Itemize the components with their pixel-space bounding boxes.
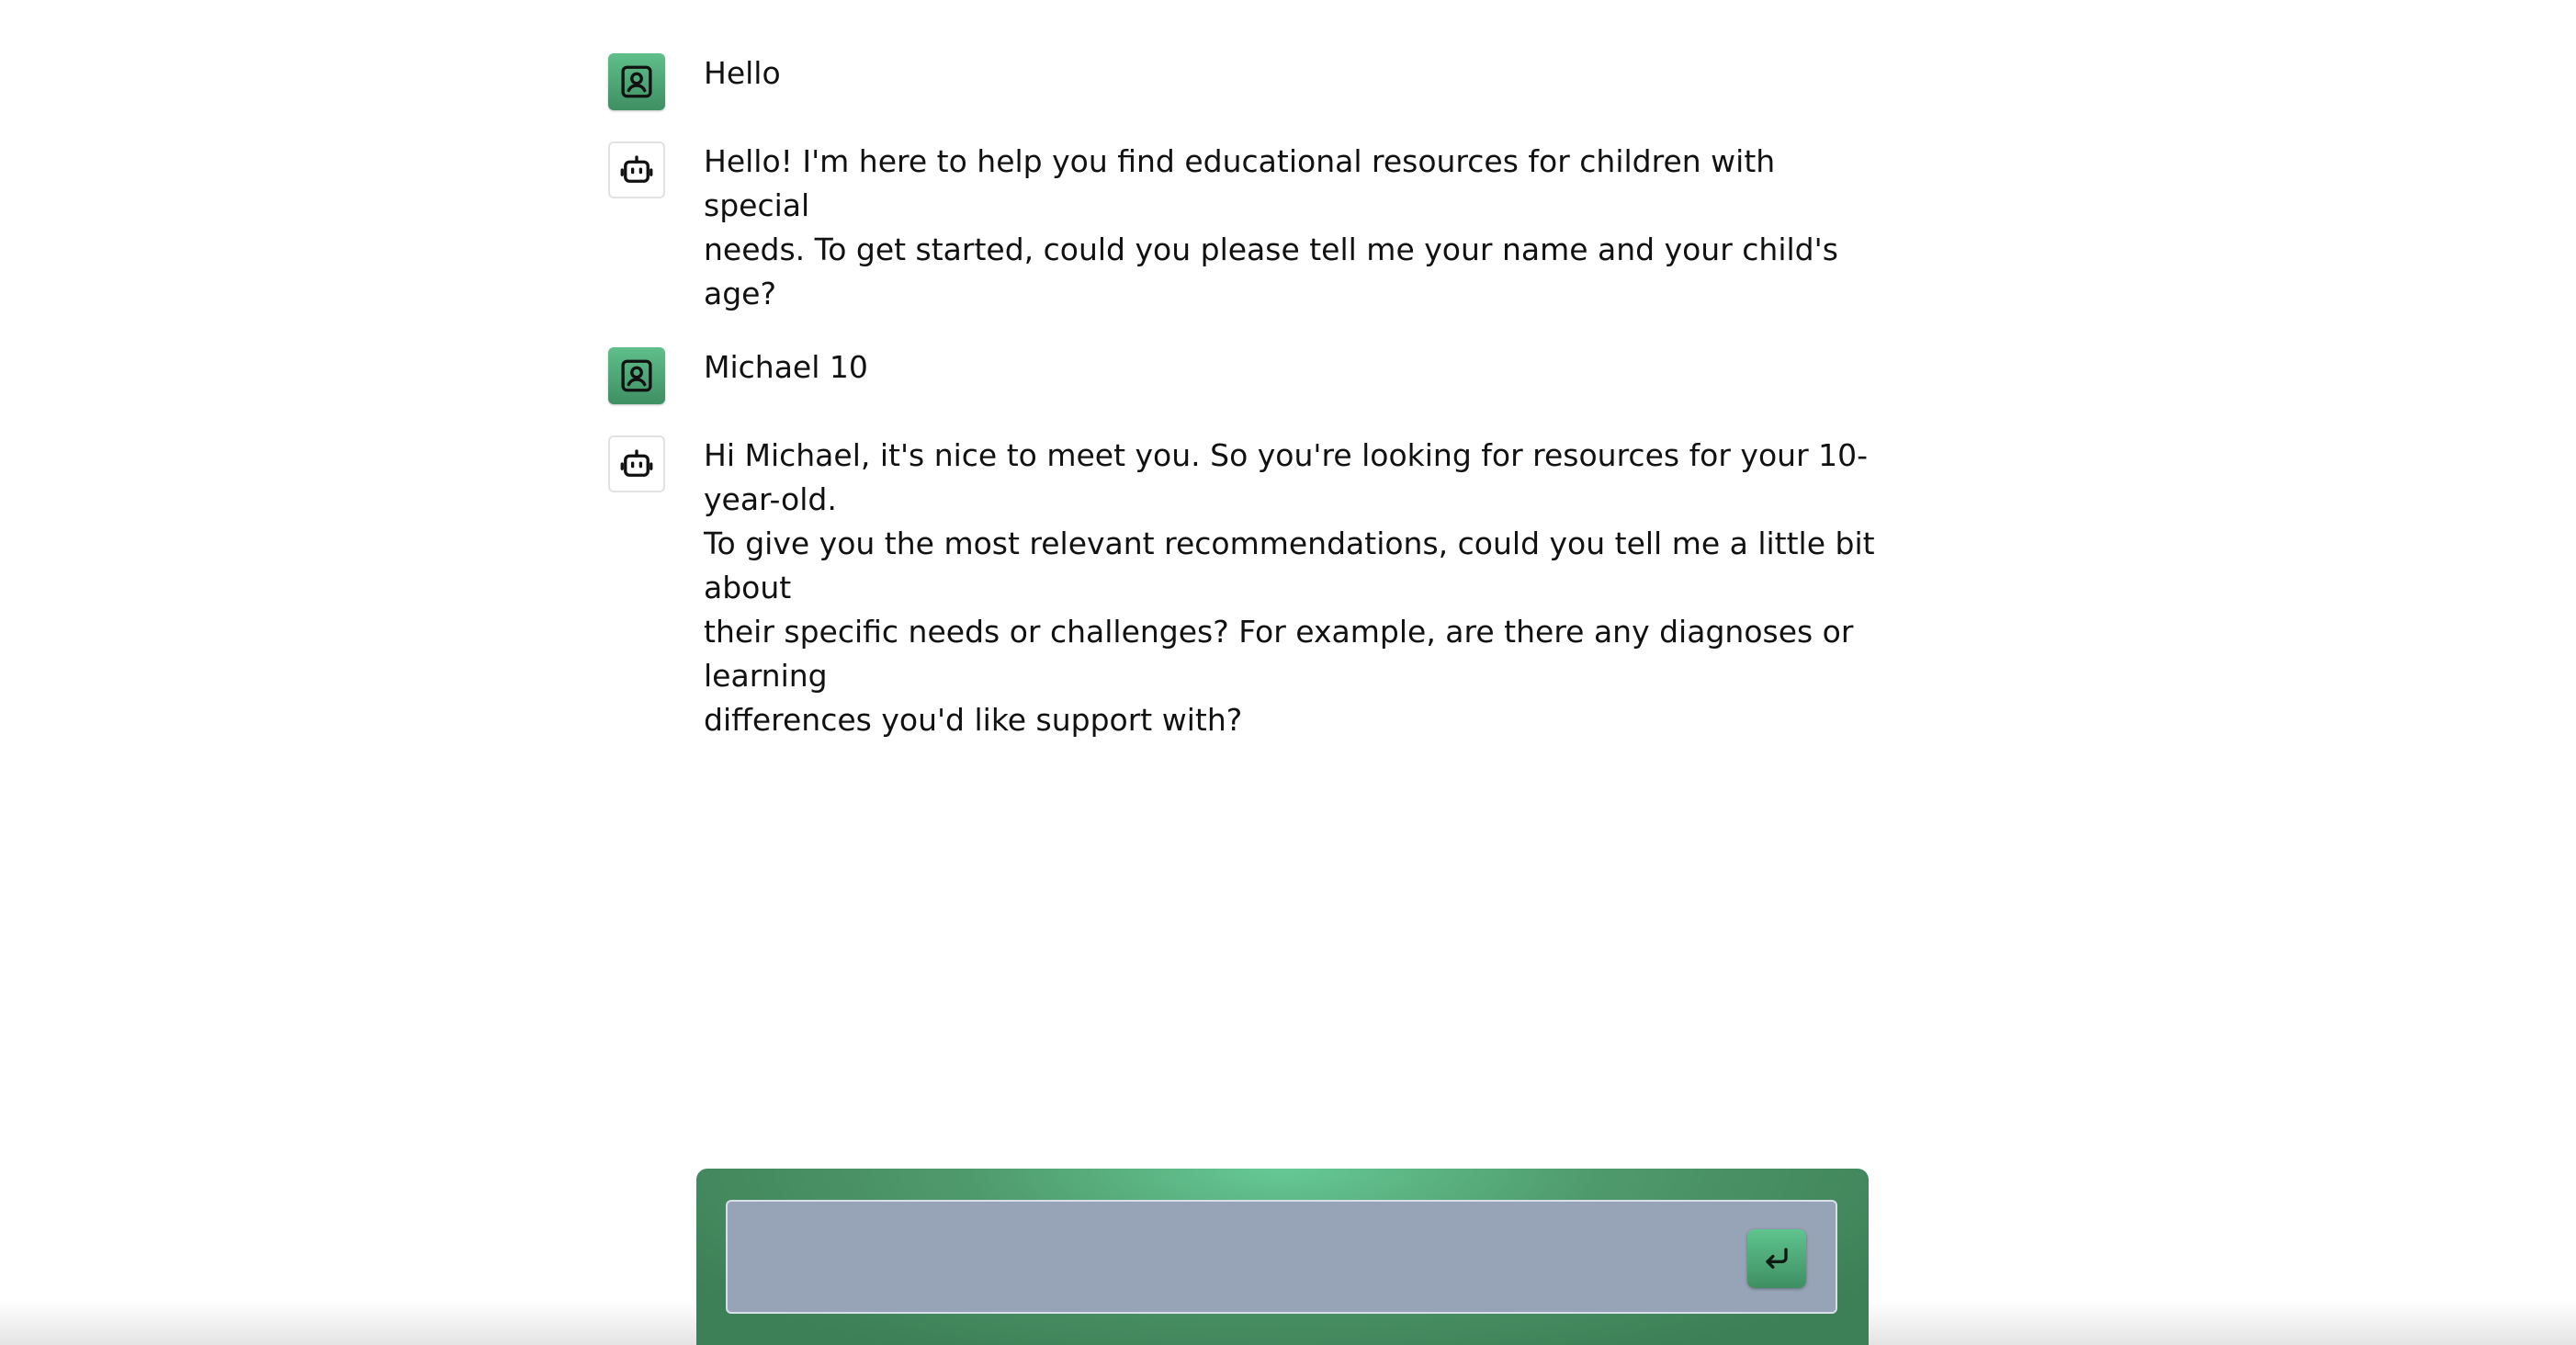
enter-return-icon	[1766, 1248, 1788, 1269]
message-input[interactable]	[751, 1229, 1692, 1288]
message-list: Hello Hello! I'm here to help you find e…	[608, 53, 1876, 742]
user-portrait-icon	[621, 359, 652, 392]
message-text: Hello! I'm here to help you find educati…	[704, 143, 1838, 311]
chat-page: Hello Hello! I'm here to help you find e…	[0, 0, 2576, 1345]
message-text: Michael 10	[704, 349, 868, 385]
assistant-message: Hi Michael, it's nice to meet you. So yo…	[608, 435, 1876, 742]
message-composer	[696, 1169, 1869, 1345]
user-avatar	[608, 347, 665, 404]
user-portrait-icon	[621, 65, 652, 98]
robot-icon	[620, 155, 653, 183]
message-input-box	[726, 1200, 1837, 1314]
user-avatar	[608, 53, 665, 110]
user-message: Michael 10	[608, 347, 1876, 404]
assistant-avatar	[608, 435, 665, 492]
assistant-avatar	[608, 141, 665, 198]
message-text: Hi Michael, it's nice to meet you. So yo…	[704, 437, 1875, 738]
message-text: Hello	[704, 55, 781, 91]
robot-icon	[620, 449, 653, 477]
user-message: Hello	[608, 53, 1876, 110]
send-button[interactable]	[1747, 1229, 1806, 1288]
assistant-message: Hello! I'm here to help you find educati…	[608, 141, 1876, 316]
